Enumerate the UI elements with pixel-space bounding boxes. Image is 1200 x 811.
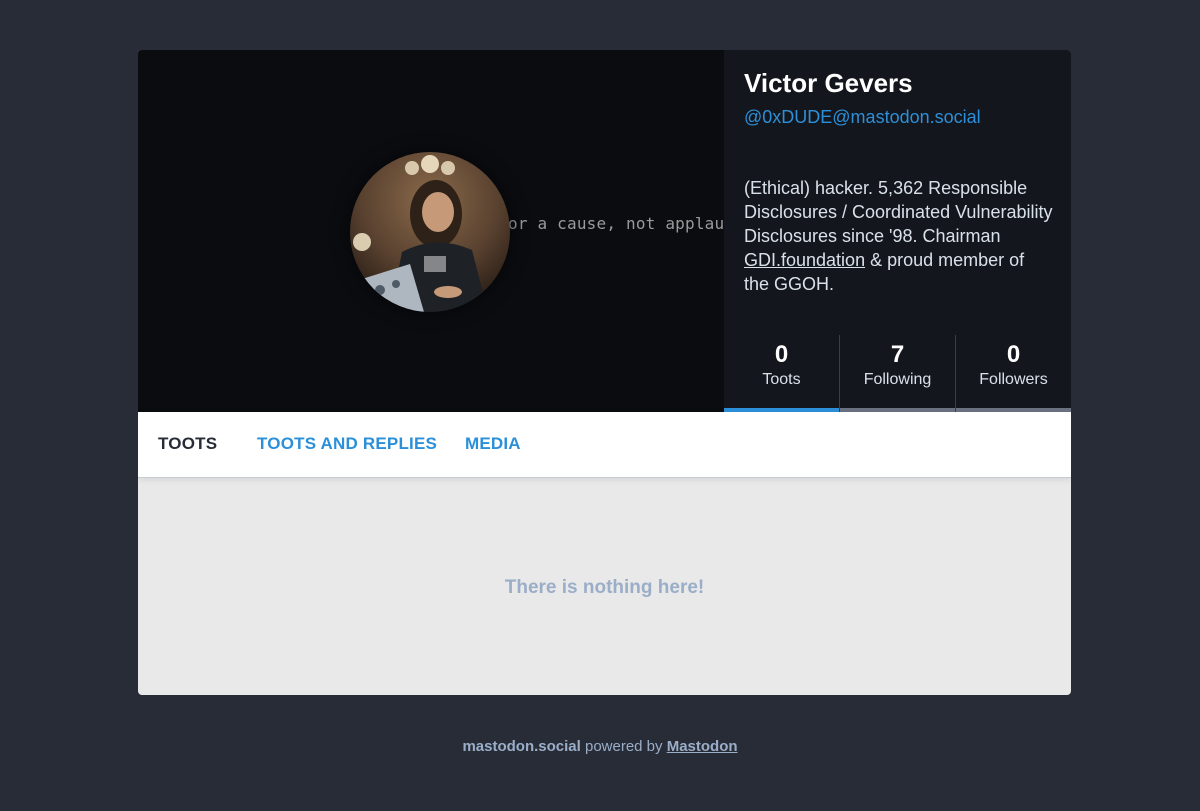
profile-counters: 0 Toots 7 Following 0 Followers <box>724 335 1071 412</box>
counter-following[interactable]: 7 Following <box>839 335 955 412</box>
account-handle[interactable]: @0xDUDE@mastodon.social <box>744 107 981 128</box>
bio-link-gdi-foundation[interactable]: GDI.foundation <box>744 250 865 270</box>
footer-mastodon-link[interactable]: Mastodon <box>667 738 738 755</box>
counter-toots[interactable]: 0 Toots <box>724 335 839 412</box>
tab-media[interactable]: MEDIA <box>465 434 521 454</box>
empty-timeline-message: There is nothing here! <box>504 577 705 598</box>
avatar[interactable] <box>350 152 510 312</box>
counter-followers[interactable]: 0 Followers <box>955 335 1071 412</box>
counter-following-count: 7 <box>890 341 905 368</box>
bio-text: (Ethical) hacker. 5,362 Responsible Disc… <box>744 178 1053 246</box>
counter-followers-label: Followers <box>979 371 1048 388</box>
counter-toots-label: Toots <box>762 371 801 388</box>
profile-info: Victor Gevers @0xDUDE@mastodon.social (E… <box>724 50 1071 412</box>
tab-toots-and-replies[interactable]: TOOTS AND REPLIES <box>257 434 437 454</box>
counter-toots-count: 0 <box>774 341 789 368</box>
display-name: Victor Gevers <box>744 68 913 98</box>
footer-powered-by: powered by <box>580 738 667 755</box>
profile-bio: (Ethical) hacker. 5,362 Responsible Disc… <box>744 176 1054 296</box>
profile-header: or a cause, not applause Victor Gevers @… <box>138 50 1071 412</box>
tab-toots[interactable]: TOOTS <box>158 434 217 454</box>
cover-image: or a cause, not applause <box>138 50 724 412</box>
footer: mastodon.social powered by Mastodon <box>0 738 1200 755</box>
cover-text: or a cause, not applause <box>508 214 724 233</box>
footer-instance: mastodon.social <box>462 738 581 755</box>
timeline-tabs: TOOTS TOOTS AND REPLIES MEDIA <box>138 412 1071 478</box>
counter-following-label: Following <box>863 371 932 388</box>
profile-card: or a cause, not applause Victor Gevers @… <box>138 50 1071 695</box>
avatar-image <box>350 152 510 312</box>
counter-followers-count: 0 <box>1006 341 1021 368</box>
